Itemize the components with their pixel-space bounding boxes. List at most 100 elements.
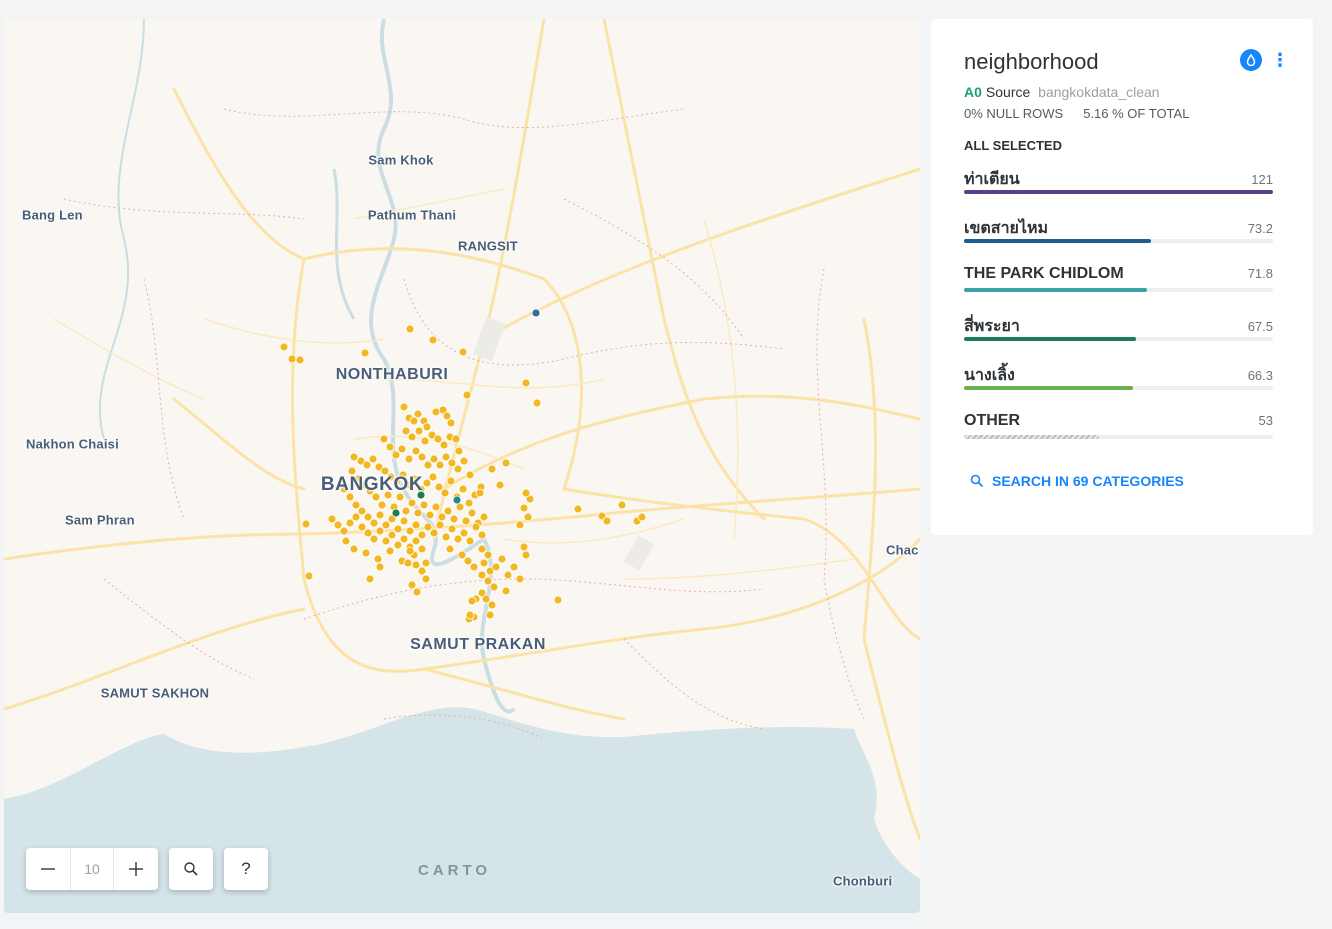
zoom-in-button[interactable] <box>114 848 158 890</box>
data-point[interactable] <box>462 390 472 400</box>
data-point[interactable] <box>487 600 497 610</box>
data-point[interactable] <box>617 500 627 510</box>
data-point[interactable] <box>339 526 349 536</box>
data-point[interactable] <box>423 522 433 532</box>
data-point[interactable] <box>477 530 487 540</box>
data-point[interactable] <box>433 434 443 444</box>
data-point[interactable] <box>381 536 391 546</box>
data-point[interactable] <box>464 498 474 508</box>
data-point[interactable] <box>357 522 367 532</box>
data-point[interactable] <box>463 556 473 566</box>
data-point[interactable] <box>369 518 379 528</box>
data-point[interactable] <box>509 562 519 572</box>
data-point[interactable] <box>368 454 378 464</box>
data-point[interactable] <box>553 595 563 605</box>
data-point[interactable] <box>381 520 391 530</box>
category-row[interactable]: ท่าเตียน 121 <box>964 167 1273 216</box>
data-point[interactable] <box>637 512 647 522</box>
data-point[interactable] <box>446 476 456 486</box>
category-row[interactable]: เขตสายไหม 73.2 <box>964 216 1273 265</box>
data-point[interactable] <box>327 514 337 524</box>
data-point[interactable] <box>399 534 409 544</box>
color-by-button[interactable] <box>1240 49 1262 71</box>
data-point[interactable] <box>412 587 422 597</box>
data-point[interactable] <box>351 512 361 522</box>
data-point[interactable] <box>477 570 487 580</box>
data-point[interactable] <box>423 460 433 470</box>
data-point[interactable] <box>443 506 453 516</box>
data-point[interactable] <box>461 516 471 526</box>
data-point[interactable] <box>413 409 423 419</box>
data-point[interactable] <box>465 536 475 546</box>
data-point[interactable] <box>405 546 415 556</box>
data-point[interactable] <box>333 520 343 530</box>
search-categories-button[interactable]: SEARCH IN 69 CATEGORIES <box>964 473 1273 489</box>
data-point[interactable] <box>451 434 461 444</box>
data-point[interactable] <box>519 503 529 513</box>
help-button[interactable]: ? <box>224 848 268 890</box>
data-point[interactable] <box>523 512 533 522</box>
data-point[interactable] <box>417 544 427 554</box>
data-point[interactable] <box>411 446 421 456</box>
data-point[interactable] <box>435 520 445 530</box>
data-point[interactable] <box>405 324 415 334</box>
data-point[interactable] <box>407 580 417 590</box>
data-point[interactable] <box>399 516 409 526</box>
map-view[interactable]: Sam Khok Bang Len Pathum Thani RANGSIT NONTH… <box>4 19 920 913</box>
zoom-out-button[interactable] <box>26 848 70 890</box>
data-point[interactable] <box>345 518 355 528</box>
data-point[interactable] <box>519 542 529 552</box>
data-point[interactable] <box>385 546 395 556</box>
data-point[interactable] <box>421 574 431 584</box>
data-point[interactable] <box>573 504 583 514</box>
data-point[interactable] <box>452 495 462 505</box>
data-point[interactable] <box>295 355 305 365</box>
data-point[interactable] <box>469 562 479 572</box>
data-point[interactable] <box>375 510 385 520</box>
data-point[interactable] <box>363 528 373 538</box>
data-point[interactable] <box>459 456 469 466</box>
data-point[interactable] <box>515 574 525 584</box>
data-point[interactable] <box>301 519 311 529</box>
data-point[interactable] <box>481 594 491 604</box>
data-point[interactable] <box>391 508 401 518</box>
data-point[interactable] <box>459 528 469 538</box>
data-point[interactable] <box>467 596 477 606</box>
data-point[interactable] <box>453 464 463 474</box>
data-point[interactable] <box>420 436 430 446</box>
data-point[interactable] <box>387 530 397 540</box>
data-point[interactable] <box>403 558 413 568</box>
data-point[interactable] <box>447 458 457 468</box>
data-point[interactable] <box>373 554 383 564</box>
data-point[interactable] <box>362 460 372 470</box>
data-point[interactable] <box>521 550 531 560</box>
data-point[interactable] <box>379 434 389 444</box>
data-point[interactable] <box>377 500 387 510</box>
data-point[interactable] <box>431 502 441 512</box>
category-row[interactable]: นางเลิ้ง 66.3 <box>964 363 1273 412</box>
data-point[interactable] <box>425 510 435 520</box>
data-point[interactable] <box>360 348 370 358</box>
data-point[interactable] <box>441 452 451 462</box>
data-point[interactable] <box>467 508 477 518</box>
data-point[interactable] <box>357 506 367 516</box>
data-point[interactable] <box>437 512 447 522</box>
data-point[interactable] <box>483 550 493 560</box>
data-point[interactable] <box>287 354 297 364</box>
data-point[interactable] <box>531 308 541 318</box>
data-point[interactable] <box>417 452 427 462</box>
data-point[interactable] <box>369 534 379 544</box>
data-point[interactable] <box>501 586 511 596</box>
data-point[interactable] <box>532 398 542 408</box>
data-point[interactable] <box>414 426 424 436</box>
data-point[interactable] <box>363 512 373 522</box>
data-point[interactable] <box>391 450 401 460</box>
data-point[interactable] <box>417 530 427 540</box>
data-point[interactable] <box>341 536 351 546</box>
data-point[interactable] <box>485 610 495 620</box>
data-point[interactable] <box>429 528 439 538</box>
data-point[interactable] <box>446 418 456 428</box>
data-point[interactable] <box>413 508 423 518</box>
data-point[interactable] <box>445 544 455 554</box>
data-point[interactable] <box>479 512 489 522</box>
